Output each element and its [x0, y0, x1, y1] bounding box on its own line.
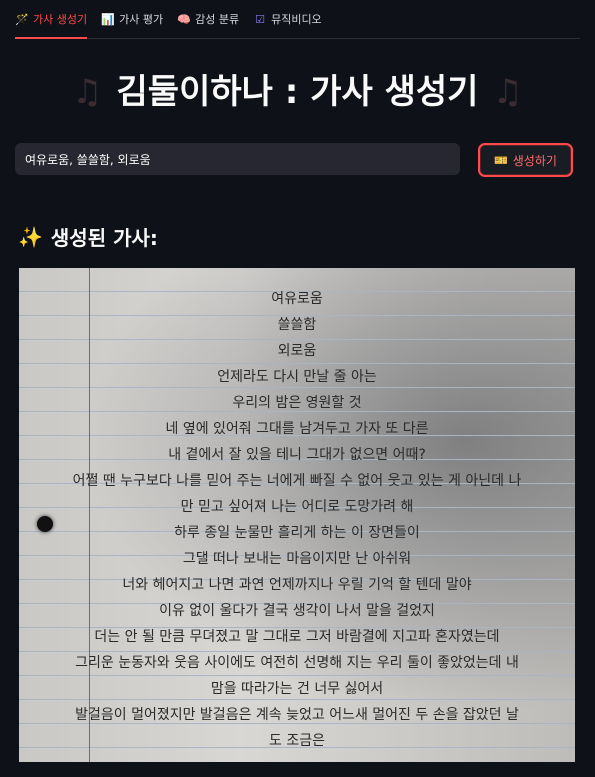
lyric-line: 그댈 떠나 보내는 마음이지만 난 아쉬워: [182, 551, 412, 567]
keywords-input[interactable]: 여유로움, 쓸쓸함, 외로움: [15, 143, 460, 175]
lyric-line: 발걸음이 멀어졌지만 발걸음은 계속 늦었고 어느새 멀어진 두 손을 잡았던 …: [75, 707, 519, 723]
lyric-line: 만 믿고 싶어져 나는 어디로 도망가려 해: [180, 499, 414, 515]
ticket-icon: 🎫: [494, 153, 508, 167]
lyric-line: 우리의 밤은 영원할 것: [232, 395, 362, 411]
tab-label: 가사 생성기: [33, 13, 88, 26]
bar-chart-icon: 📊: [101, 12, 115, 26]
music-note-icon: ♫: [72, 72, 103, 112]
tab-label: 가사 평가: [119, 13, 164, 26]
tab-label: 감성 분류: [195, 13, 240, 26]
generate-button[interactable]: 🎫 생성하기: [478, 143, 573, 177]
tab-label: 뮤직비디오: [271, 13, 322, 26]
lyric-line: 쓸쓸함: [277, 317, 317, 333]
tab-lyrics-generator[interactable]: 🪄 가사 생성기: [15, 0, 93, 39]
keywords-input-value: 여유로움, 쓸쓸함, 외로움: [25, 152, 151, 167]
lyric-line: 더는 안 될 만큼 무뎌졌고 말 그대로 그저 바람결에 지고파 혼자였는데: [94, 629, 500, 645]
lyrics-text: 여유로움쓸쓸함외로움언제라도 다시 만날 줄 아는우리의 밤은 영원할 것네 옆…: [25, 286, 569, 754]
result-heading: ✨ 생성된 가사:: [18, 222, 158, 251]
generate-button-label: 생성하기: [512, 153, 557, 168]
tab-music-video[interactable]: ☑ 뮤직비디오: [253, 0, 328, 38]
lyric-line: 도 조금은: [269, 733, 325, 749]
page-title-text: 김둘이하나 : 가사 생성기: [116, 72, 479, 112]
lyric-line: 그리운 눈동자와 웃음 사이에도 여전히 선명해 지는 우리 둘이 좋았었는데 …: [75, 655, 519, 671]
music-note-icon: ♫: [492, 72, 523, 112]
page-title: ♫ 김둘이하나 : 가사 생성기 ♫: [0, 64, 595, 113]
lyric-line: 너와 헤어지고 나면 과연 언제까지나 우릴 기억 할 텐데 말야: [122, 577, 472, 593]
magic-wand-icon: 🪄: [15, 12, 29, 26]
lyric-line: 네 옆에 있어줘 그대를 남겨두고 가자 또 다른: [165, 421, 429, 437]
lyric-line: 맘을 따라가는 건 너무 싫어서: [210, 681, 384, 697]
lyric-line: 이유 없이 울다가 결국 생각이 나서 말을 걸었지: [159, 603, 435, 619]
lyric-line: 내 곁에서 잘 있을 테니 그대가 없으면 어때?: [168, 447, 426, 463]
lyric-line: 어쩔 땐 누구보다 나를 믿어 주는 너에게 빠질 수 없어 웃고 있는 게 아…: [72, 473, 522, 489]
checkbox-icon: ☑: [255, 12, 266, 26]
lyric-line: 언제라도 다시 만날 줄 아는: [217, 369, 377, 385]
tab-bar: 🪄 가사 생성기 📊 가사 평가 🧠 감성 분류 ☑ 뮤직비디오: [15, 0, 580, 39]
lyric-line: 외로움: [277, 343, 317, 359]
lyric-line: 여유로움: [271, 291, 323, 307]
sparkles-icon: ✨: [18, 224, 43, 249]
brain-icon: 🧠: [177, 12, 191, 26]
tab-emotion-classification[interactable]: 🧠 감성 분류: [177, 0, 245, 38]
result-heading-text: 생성된 가사:: [50, 226, 158, 250]
lyrics-paper: 여유로움쓸쓸함외로움언제라도 다시 만날 줄 아는우리의 밤은 영원할 것네 옆…: [19, 268, 575, 762]
lyric-line: 하루 종일 눈물만 흘리게 하는 이 장면들이: [174, 525, 420, 541]
tab-lyrics-evaluation[interactable]: 📊 가사 평가: [101, 0, 169, 38]
